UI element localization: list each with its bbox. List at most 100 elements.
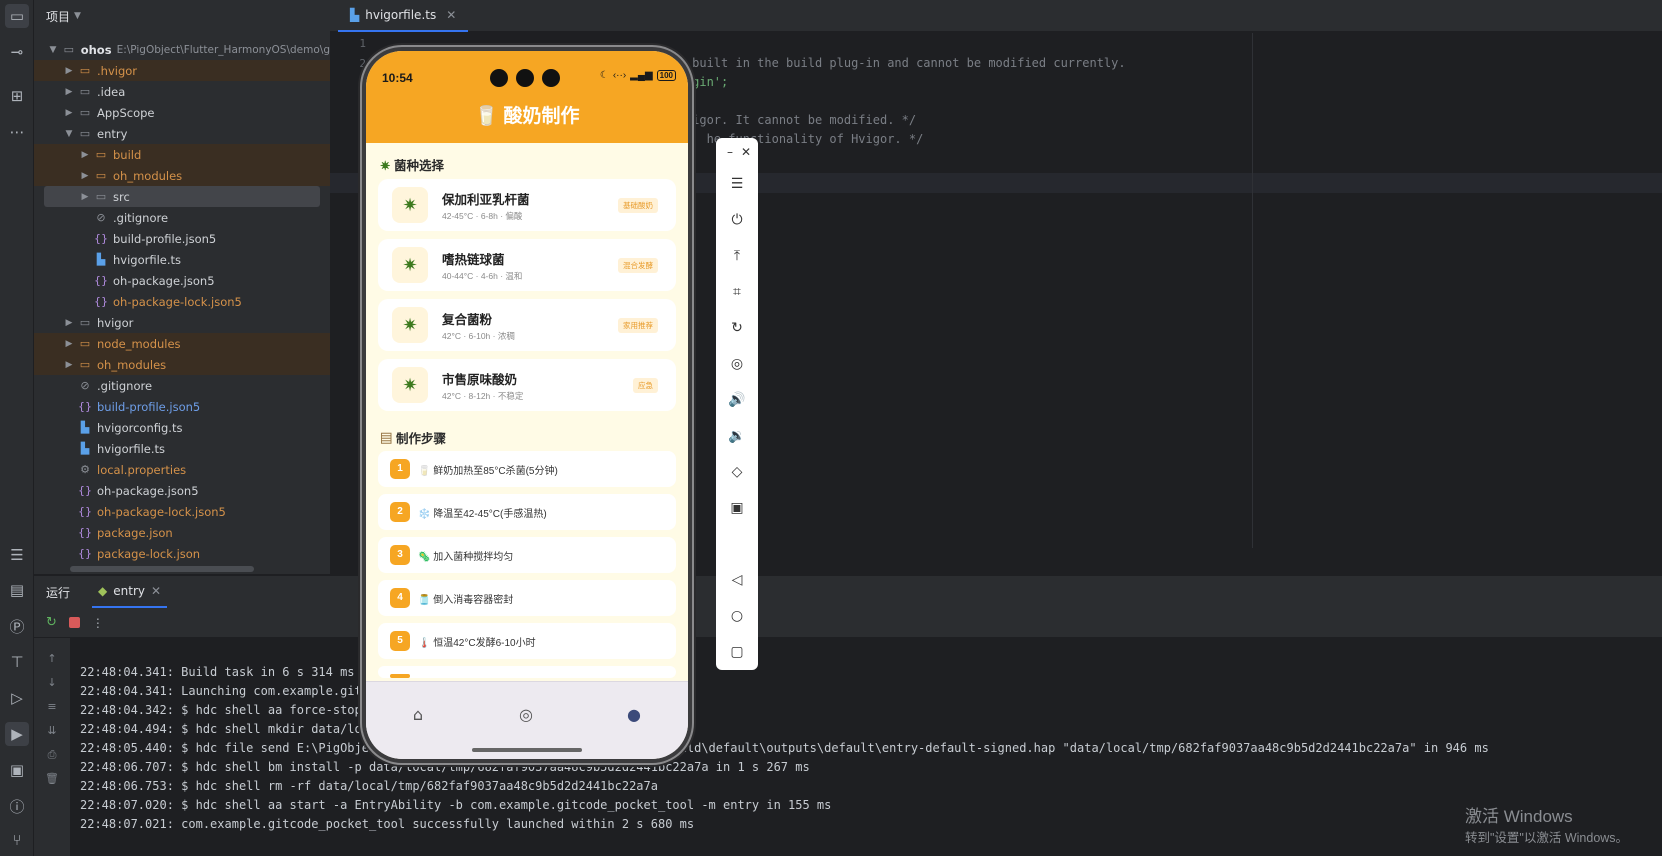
- home-circle-icon[interactable]: ○: [725, 604, 749, 628]
- tree-item[interactable]: ▶ ▭ .hvigor: [34, 60, 330, 81]
- tree-item[interactable]: ⊘ .gitignore: [34, 207, 330, 228]
- commit-icon[interactable]: ⊸: [5, 40, 29, 64]
- tree-item-selected[interactable]: ▶ ▭ src: [44, 186, 320, 207]
- console-line: 22:48:04.342: $ hdc shell aa force-stop: [80, 703, 362, 717]
- folder-icon: ▭: [95, 148, 107, 161]
- root-name: ohos: [80, 42, 112, 57]
- tree-item[interactable]: ▶ ▭ oh_modules: [34, 165, 330, 186]
- close-icon[interactable]: ✕: [446, 8, 456, 22]
- project-scrollbar-horizontal[interactable]: [70, 566, 254, 572]
- multi-device-icon[interactable]: ▣: [725, 496, 749, 520]
- tree-item[interactable]: ▶ ▭ node_modules: [34, 333, 330, 354]
- crop-icon[interactable]: ⌗: [725, 280, 749, 304]
- stop-icon[interactable]: [68, 617, 80, 628]
- tree-item[interactable]: {} oh-package-lock.json5: [34, 501, 330, 522]
- tree-item[interactable]: {} oh-package.json5: [34, 480, 330, 501]
- tree-item[interactable]: {} build-profile.json5: [34, 228, 330, 249]
- scroll-to-end-icon[interactable]: ⇊: [44, 724, 60, 740]
- strain-card[interactable]: ✷ 市售原味酸奶 42°C · 8-12h · 不稳定 应急: [378, 359, 676, 411]
- more-options-icon[interactable]: ⋮: [92, 616, 104, 630]
- volume-down-icon[interactable]: 🔉: [725, 424, 749, 448]
- tree-item[interactable]: {} package.json: [34, 522, 330, 543]
- step-number: 3: [390, 545, 410, 565]
- trash-icon[interactable]: 🗑: [44, 772, 60, 788]
- menu-icon[interactable]: ☰: [725, 172, 749, 196]
- step-card[interactable]: 5 🌡️ 恒温42°C发酵6-10小时: [378, 623, 676, 659]
- step-card[interactable]: 2 ❄️ 降温至42-45°C(手感温热): [378, 494, 676, 530]
- strain-card[interactable]: ✷ 复合菌粉 42°C · 6-10h · 浓稠 家用推荐: [378, 299, 676, 351]
- tree-item[interactable]: ▙ hvigorfile.ts: [34, 249, 330, 270]
- recents-icon[interactable]: ▢: [725, 640, 749, 664]
- tree-item-label: package.json: [97, 525, 173, 540]
- step-card[interactable]: 1 🥛 鲜奶加热至85°C杀菌(5分钟): [378, 451, 676, 487]
- editor-tab-hvigorfile[interactable]: ▙ hvigorfile.ts ✕: [338, 0, 469, 32]
- more-icon[interactable]: ⋯: [5, 120, 29, 144]
- phone-screen[interactable]: 10:54 ☾ ‹··› ▂▄▆ 100 🥛 酸奶制作 ✷ 菌种选择 ✷ 保加利…: [366, 51, 688, 759]
- arrow-up-icon[interactable]: ↑: [44, 652, 60, 668]
- camera-icon: [516, 69, 534, 87]
- tree-root[interactable]: ▼ ▭ ohos E:\PigObject\Flutter_HarmonyOS\…: [34, 39, 330, 60]
- tree-item[interactable]: ▙ hvigorconfig.ts: [34, 417, 330, 438]
- step-card-partial[interactable]: [378, 666, 676, 678]
- fold-icon[interactable]: ◇: [725, 460, 749, 484]
- status-time: 10:54: [382, 71, 413, 85]
- activity-bar: ▭ ⊸ ⊞ ⋯ ☰ ▤ Ⓟ ⊤ ▷ ▶ ▣ ⓘ ⑂: [0, 0, 34, 856]
- run-console[interactable]: 22:48:04.341: Build task in 6 s 314 ms 2…: [70, 638, 1662, 856]
- pin-top-icon[interactable]: ⤒: [725, 244, 749, 268]
- profiler-icon[interactable]: Ⓟ: [5, 614, 29, 638]
- tree-item[interactable]: ⊘ .gitignore: [34, 375, 330, 396]
- tree-item-label: entry: [97, 126, 128, 141]
- power-icon[interactable]: ⏻: [725, 208, 749, 232]
- tree-item-label: oh-package.json5: [113, 273, 215, 288]
- tree-item[interactable]: {} oh-package-lock.json5: [34, 291, 330, 312]
- tree-item[interactable]: {} package-lock.json: [34, 543, 330, 564]
- project-folder-icon[interactable]: ▭: [5, 4, 29, 28]
- tree-item[interactable]: ▙ hvigorfile.ts: [34, 438, 330, 459]
- build-icon[interactable]: ⊤: [5, 650, 29, 674]
- tree-item[interactable]: ▼ ▭ entry: [34, 123, 330, 144]
- todo-icon[interactable]: ☰: [5, 543, 29, 567]
- home-indicator[interactable]: [472, 748, 582, 752]
- arrow-down-icon[interactable]: ↓: [44, 676, 60, 692]
- tree-item[interactable]: ▶ ▭ AppScope: [34, 102, 330, 123]
- rerun-icon[interactable]: ↻: [46, 615, 57, 630]
- rotate-icon[interactable]: ↻: [725, 316, 749, 340]
- profile-icon[interactable]: ●: [622, 702, 646, 726]
- problems-icon[interactable]: ⓘ: [5, 794, 29, 818]
- tree-item[interactable]: {} oh-package.json5: [34, 270, 330, 291]
- tree-item[interactable]: ⚙ local.properties: [34, 459, 330, 480]
- windows-watermark-subtitle: 转到"设置"以激活 Windows。: [1465, 831, 1629, 845]
- step-card[interactable]: 3 🦠 加入菌种搅拌均匀: [378, 537, 676, 573]
- compass-icon[interactable]: ◎: [514, 702, 538, 726]
- chevron-right-icon: ▶: [81, 149, 89, 160]
- tree-item[interactable]: {} build-profile.json5: [34, 396, 330, 417]
- git-icon[interactable]: ⑂: [5, 828, 29, 852]
- run-tab-entry[interactable]: ◆ entry ✕: [92, 576, 168, 608]
- emulator-toolbar: – ✕ ☰ ⏻ ⤒ ⌗ ↻ ◎ 🔊 🔉 ◇ ▣ ◁ ○ ▢: [716, 138, 758, 670]
- run-icon[interactable]: ▶: [5, 722, 29, 746]
- volume-up-icon[interactable]: 🔊: [725, 388, 749, 412]
- tree-item[interactable]: ▶ ▭ hvigor: [34, 312, 330, 333]
- back-icon[interactable]: ◁: [725, 568, 749, 592]
- structure-icon[interactable]: ⊞: [5, 84, 29, 108]
- strain-card[interactable]: ✷ 嗜热链球菌 40-44°C · 4-6h · 温和 混合发酵: [378, 239, 676, 291]
- tree-item[interactable]: ▶ ▭ oh_modules: [34, 354, 330, 375]
- tree-item[interactable]: ▶ ▭ build: [34, 144, 330, 165]
- tree-item[interactable]: ▶ ▭ .idea: [34, 81, 330, 102]
- project-header[interactable]: 项目 ▼: [34, 0, 330, 32]
- home-icon[interactable]: ⌂: [406, 702, 430, 726]
- soft-wrap-icon[interactable]: ≡: [44, 700, 60, 716]
- screenshot-icon[interactable]: ◎: [725, 352, 749, 376]
- strain-card[interactable]: ✷ 保加利亚乳杆菌 42-45°C · 6-8h · 偏酸 基础酸奶: [378, 179, 676, 231]
- project-title: 项目: [46, 9, 71, 24]
- database-icon[interactable]: ▤: [5, 578, 29, 602]
- camera-icon: [542, 69, 560, 87]
- services-icon[interactable]: ▷: [5, 686, 29, 710]
- step-card[interactable]: 4 🫙 倒入消毒容器密封: [378, 580, 676, 616]
- print-icon[interactable]: ⎙: [44, 748, 60, 764]
- right-margin-guide: [1252, 33, 1253, 548]
- close-icon[interactable]: ✕: [734, 140, 758, 164]
- close-icon[interactable]: ✕: [151, 584, 161, 598]
- terminal-icon[interactable]: ▣: [5, 758, 29, 782]
- console-line: 22:48:04.494: $ hdc shell mkdir data/lo: [80, 722, 362, 736]
